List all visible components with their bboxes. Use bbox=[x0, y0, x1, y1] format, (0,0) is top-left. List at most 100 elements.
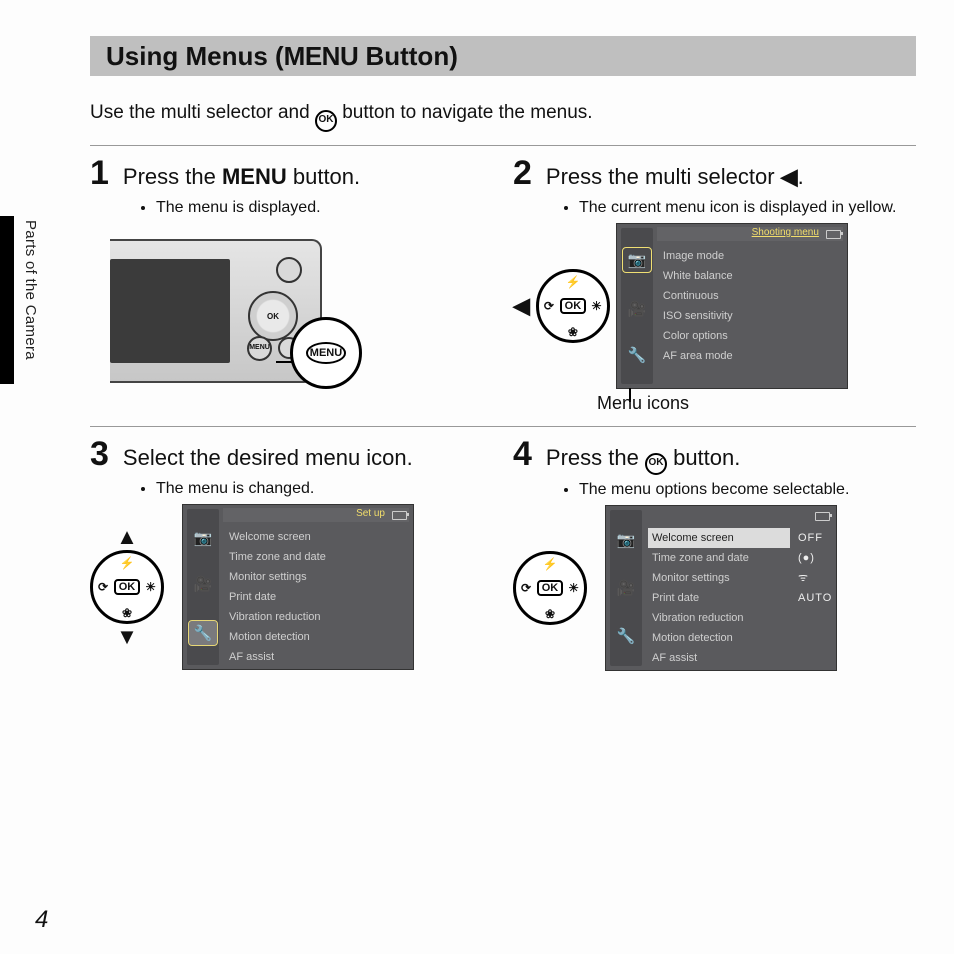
sidebar-wrench-icon: 🔧 bbox=[189, 621, 218, 645]
step-2: 2 Press the multi selector ◀. The curren… bbox=[513, 154, 916, 414]
list-item: Monitor settings bbox=[225, 567, 407, 587]
selector-down-icon: ❀ bbox=[568, 325, 578, 339]
selector-right-icon: ☀ bbox=[591, 299, 602, 313]
press-up-arrow-icon: ▲ bbox=[116, 526, 138, 548]
list-item: Image mode bbox=[659, 246, 841, 266]
lcd-setup-menu-selectable: 📷 🎥 🔧 Welcome screen Time zone and date … bbox=[605, 505, 837, 671]
lcd-value-list: OFF (●) ᯤ AUTO bbox=[794, 528, 830, 664]
step-3-graphic: ▲ ⚡ ❀ ⟳ ☀ OK ▼ Set up 📷 🎥 bbox=[90, 504, 493, 670]
menu-button-callout: MENU bbox=[290, 317, 362, 389]
title-prefix: Using Menus ( bbox=[106, 41, 284, 71]
sidebar-movie-icon: 🎥 bbox=[194, 575, 213, 593]
step-2-graphic: ◀ ⚡ ❀ ⟳ ☀ OK Shooting menu 📷 🎥 🔧 bbox=[513, 223, 916, 389]
menu-icons-caption: Menu icons bbox=[597, 393, 916, 414]
selector-right-icon: ☀ bbox=[145, 580, 156, 594]
step-2-title: Press the multi selector ◀. bbox=[546, 164, 804, 190]
list-item: Motion detection bbox=[225, 627, 407, 647]
battery-icon bbox=[392, 511, 407, 520]
press-down-arrow-icon: ▼ bbox=[116, 626, 138, 648]
list-item: AF area mode bbox=[659, 346, 841, 366]
battery-icon bbox=[815, 512, 830, 521]
step-row-2: 3 Select the desired menu icon. The menu… bbox=[90, 426, 916, 671]
list-item: Welcome screen bbox=[648, 528, 790, 548]
step-1: 1 Press the MENU button. The menu is dis… bbox=[90, 154, 493, 414]
list-item: Welcome screen bbox=[225, 527, 407, 547]
list-item: Motion detection bbox=[648, 628, 790, 648]
step-4-title: Press the OK button. bbox=[546, 445, 740, 475]
list-value: ᯤ bbox=[794, 568, 830, 588]
step-4: 4 Press the OK button. The menu options … bbox=[513, 435, 916, 671]
lcd-header: Set up bbox=[223, 508, 409, 522]
title-menu-word: MENU bbox=[284, 41, 359, 71]
step-1-number: 1 bbox=[90, 154, 109, 193]
selector-down-icon: ❀ bbox=[545, 607, 555, 621]
left-arrow-icon: ◀ bbox=[781, 164, 798, 189]
lcd-item-list: Image mode White balance Continuous ISO … bbox=[659, 246, 841, 382]
camera-multi-selector-icon: OK bbox=[248, 291, 298, 341]
list-item: AF assist bbox=[648, 648, 790, 668]
selector-left-icon: ⟳ bbox=[521, 581, 531, 595]
step-1-bullet: The menu is displayed. bbox=[156, 199, 493, 217]
ok-icon: OK bbox=[315, 110, 337, 132]
step-3-number: 3 bbox=[90, 435, 109, 474]
lcd-shooting-menu: Shooting menu 📷 🎥 🔧 Image mode White bal… bbox=[616, 223, 848, 389]
step-2-bullet: The current menu icon is displayed in ye… bbox=[579, 199, 916, 217]
lcd-setup-menu: Set up 📷 🎥 🔧 Welcome screen Time zone an… bbox=[182, 504, 414, 670]
list-item: Time zone and date bbox=[225, 547, 407, 567]
list-item: Print date bbox=[648, 588, 790, 608]
selector-left-icon: ⟳ bbox=[98, 580, 108, 594]
menu-button-label-icon: MENU bbox=[306, 342, 346, 364]
intro-text: Use the multi selector and OK button to … bbox=[90, 102, 916, 132]
list-item: Vibration reduction bbox=[225, 607, 407, 627]
camera-menu-button-icon: MENU bbox=[247, 336, 272, 361]
intro-after: button to navigate the menus. bbox=[342, 102, 592, 123]
selector-up-icon: ⚡ bbox=[543, 557, 558, 571]
multi-selector-wheel-icon: ⚡ ❀ ⟳ ☀ OK bbox=[90, 550, 164, 624]
battery-icon bbox=[826, 230, 841, 239]
lcd-sidebar: 📷 🎥 🔧 bbox=[610, 510, 642, 666]
lcd-sidebar: 📷 🎥 🔧 bbox=[187, 509, 219, 665]
sidebar-camera-icon: 📷 bbox=[623, 248, 652, 272]
selector-up-icon: ⚡ bbox=[120, 556, 135, 570]
selector-up-icon: ⚡ bbox=[565, 275, 580, 289]
sidebar-camera-icon: 📷 bbox=[617, 531, 636, 549]
list-item: ISO sensitivity bbox=[659, 306, 841, 326]
ok-center-icon: OK bbox=[537, 580, 564, 596]
step-3-bullet: The menu is changed. bbox=[156, 480, 493, 498]
list-item: Monitor settings bbox=[648, 568, 790, 588]
list-item: Vibration reduction bbox=[648, 608, 790, 628]
side-tab-marker bbox=[0, 216, 14, 384]
step-1-title: Press the MENU button. bbox=[123, 164, 360, 190]
ok-center-icon: OK bbox=[560, 298, 587, 314]
list-item: Color options bbox=[659, 326, 841, 346]
title-suffix: Button) bbox=[358, 41, 458, 71]
camera-playback-button-icon bbox=[276, 257, 302, 283]
press-left-arrow-icon: ◀ bbox=[513, 293, 530, 319]
lcd-item-list: Welcome screen Time zone and date Monito… bbox=[648, 528, 790, 664]
step-2-number: 2 bbox=[513, 154, 532, 193]
multi-selector-wheel-icon: ⚡ ❀ ⟳ ☀ OK bbox=[513, 551, 587, 625]
multi-selector-wheel-icon: ⚡ ❀ ⟳ ☀ OK bbox=[536, 269, 610, 343]
list-item: Continuous bbox=[659, 286, 841, 306]
step-row-1: 1 Press the MENU button. The menu is dis… bbox=[90, 145, 916, 414]
list-value: AUTO bbox=[794, 588, 830, 608]
selector-left-icon: ⟳ bbox=[544, 299, 554, 313]
step-3-title: Select the desired menu icon. bbox=[123, 445, 413, 471]
list-value: (●) bbox=[794, 548, 830, 568]
sidebar-camera-icon: 📷 bbox=[194, 529, 213, 547]
sidebar-wrench-icon: 🔧 bbox=[628, 346, 647, 364]
list-item: Time zone and date bbox=[648, 548, 790, 568]
section-side-label: Parts of the Camera bbox=[22, 220, 39, 360]
step-4-bullet: The menu options become selectable. bbox=[579, 481, 916, 499]
camera-illustration: OK MENU MENU bbox=[110, 233, 350, 403]
list-item: Print date bbox=[225, 587, 407, 607]
sidebar-movie-icon: 🎥 bbox=[628, 300, 647, 318]
step-4-graphic: ⚡ ❀ ⟳ ☀ OK 📷 🎥 🔧 Welcome screen Ti bbox=[513, 505, 916, 671]
step-3: 3 Select the desired menu icon. The menu… bbox=[90, 435, 493, 671]
sidebar-wrench-icon: 🔧 bbox=[617, 627, 636, 645]
ok-center-icon: OK bbox=[114, 579, 141, 595]
lcd-sidebar: 📷 🎥 🔧 bbox=[621, 228, 653, 384]
lcd-header: Shooting menu bbox=[657, 227, 843, 241]
page-title: Using Menus (MENU Button) bbox=[90, 36, 916, 76]
sidebar-movie-icon: 🎥 bbox=[617, 579, 636, 597]
